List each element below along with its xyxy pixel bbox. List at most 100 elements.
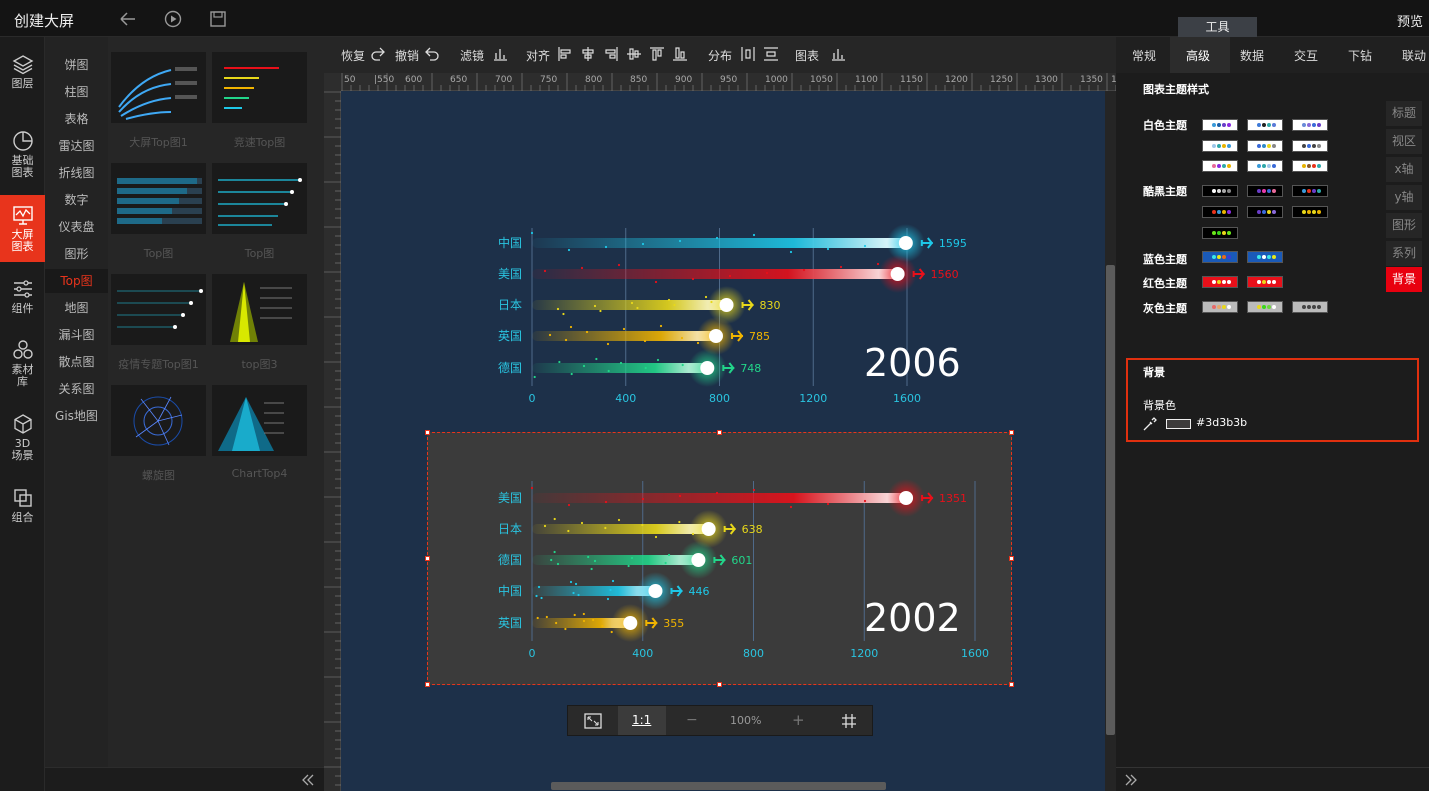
properties-tab[interactable]: 联动 — [1402, 47, 1426, 64]
category-item[interactable]: 仪表盘 — [45, 215, 108, 239]
sparkle — [548, 333, 552, 337]
redo-button[interactable]: 恢复 — [341, 47, 365, 64]
theme-swatch[interactable] — [1202, 276, 1238, 288]
theme-swatch[interactable] — [1247, 160, 1283, 172]
theme-swatch[interactable] — [1247, 301, 1283, 313]
background-color-swatch[interactable] — [1166, 419, 1191, 429]
properties-tab[interactable]: 高级 — [1186, 47, 1210, 64]
background-color-value[interactable]: #3d3b3b — [1196, 416, 1247, 429]
category-item[interactable]: 柱图 — [45, 80, 108, 104]
thumb-top-2[interactable] — [212, 163, 307, 234]
theme-swatch[interactable] — [1247, 276, 1283, 288]
align-right-icon[interactable] — [603, 46, 619, 62]
category-item[interactable]: 漏斗图 — [45, 323, 108, 347]
theme-swatch[interactable] — [1292, 185, 1328, 197]
thumb-top-1[interactable] — [111, 163, 206, 234]
theme-swatch[interactable] — [1202, 140, 1238, 152]
double-chevron-right-icon[interactable] — [1124, 773, 1138, 787]
grid-icon[interactable] — [841, 713, 857, 729]
align-bottom-icon[interactable] — [672, 46, 688, 62]
theme-swatch[interactable] — [1292, 301, 1328, 313]
properties-tab[interactable]: 下钻 — [1348, 47, 1372, 64]
back-icon[interactable] — [118, 9, 138, 29]
category-item[interactable]: 关系图 — [45, 377, 108, 401]
align-left-icon[interactable] — [557, 46, 573, 62]
nav-components[interactable]: 组件 — [0, 278, 45, 315]
side-tab[interactable]: 视区 — [1386, 129, 1422, 154]
theme-swatch[interactable] — [1202, 251, 1238, 263]
side-tab[interactable]: 图形 — [1386, 213, 1422, 238]
thumb-epidemic-top[interactable] — [111, 274, 206, 345]
properties-tab[interactable]: 交互 — [1294, 47, 1318, 64]
preview-button[interactable]: 预览 — [1397, 11, 1423, 30]
category-item[interactable]: 表格 — [45, 107, 108, 131]
thumb-top3[interactable] — [212, 274, 307, 345]
nav-layers[interactable]: 图层 — [0, 53, 45, 90]
double-chevron-left-icon[interactable] — [301, 773, 315, 787]
zoom-in-button[interactable]: + — [792, 711, 805, 729]
distribute-h-icon[interactable] — [740, 46, 756, 62]
theme-swatch[interactable] — [1202, 206, 1238, 218]
nav-assets[interactable]: 素材库 — [0, 339, 45, 388]
category-item[interactable]: 散点图 — [45, 350, 108, 374]
eyedropper-icon[interactable] — [1143, 417, 1157, 431]
align-top-icon[interactable] — [649, 46, 665, 62]
nav-3d-scene[interactable]: 3D场景 — [0, 413, 45, 462]
horizontal-scroll-thumb[interactable] — [551, 782, 886, 790]
theme-swatch[interactable] — [1202, 160, 1238, 172]
zoom-out-button[interactable]: − — [686, 712, 698, 728]
thumb-spiral[interactable] — [111, 385, 206, 456]
side-tab[interactable]: x轴 — [1386, 157, 1422, 182]
sparkle — [545, 615, 548, 619]
theme-swatch[interactable] — [1292, 140, 1328, 152]
category-item[interactable]: Top图 — [45, 269, 108, 293]
side-tab[interactable]: 标题 — [1386, 101, 1422, 126]
category-item[interactable]: 地图 — [45, 296, 108, 320]
filter-button[interactable]: 滤镜 — [460, 47, 484, 64]
side-tab[interactable]: y轴 — [1386, 185, 1422, 210]
thumb-charttop4[interactable] — [212, 385, 307, 456]
category-item[interactable]: 雷达图 — [45, 134, 108, 158]
fit-screen-icon[interactable] — [584, 713, 602, 729]
bar-chart-icon[interactable] — [492, 46, 508, 62]
bar — [532, 238, 906, 248]
thumb-racing-top[interactable] — [212, 52, 307, 123]
theme-swatch[interactable] — [1292, 119, 1328, 131]
chart-icon[interactable] — [830, 46, 846, 62]
side-tab[interactable]: 背景 — [1386, 267, 1422, 292]
redo-icon[interactable] — [370, 46, 386, 62]
distribute-v-icon[interactable] — [763, 46, 779, 62]
theme-swatch[interactable] — [1202, 185, 1238, 197]
thumb-bigscreen-top1[interactable] — [111, 52, 206, 123]
save-icon[interactable] — [208, 9, 228, 29]
align-center-v-icon[interactable] — [626, 46, 642, 62]
side-tab[interactable]: 系列 — [1386, 241, 1422, 266]
undo-icon[interactable] — [424, 46, 440, 62]
nav-bigscreen-chart[interactable]: 大屏图表 — [0, 195, 45, 262]
theme-swatch[interactable] — [1247, 119, 1283, 131]
properties-tab[interactable]: 常规 — [1132, 47, 1156, 64]
category-item[interactable]: 折线图 — [45, 161, 108, 185]
nav-basic-chart[interactable]: 基础图表 — [0, 130, 45, 179]
category-item[interactable]: 图形 — [45, 242, 108, 266]
theme-swatch[interactable] — [1202, 119, 1238, 131]
theme-swatch[interactable] — [1202, 301, 1238, 313]
actual-size-button[interactable]: 1:1 — [618, 706, 666, 735]
properties-tab[interactable]: 数据 — [1240, 47, 1264, 64]
align-center-h-icon[interactable] — [580, 46, 596, 62]
category-item[interactable]: 饼图 — [45, 53, 108, 77]
tools-tab[interactable]: 工具 — [1178, 17, 1257, 37]
theme-swatch[interactable] — [1247, 251, 1283, 263]
theme-swatch[interactable] — [1247, 185, 1283, 197]
theme-swatch[interactable] — [1247, 206, 1283, 218]
play-icon[interactable] — [163, 9, 183, 29]
theme-swatch[interactable] — [1292, 160, 1328, 172]
category-item[interactable]: Gis地图 — [45, 404, 108, 428]
undo-button[interactable]: 撤销 — [395, 47, 419, 64]
vertical-scroll-thumb[interactable] — [1106, 265, 1115, 735]
theme-swatch[interactable] — [1247, 140, 1283, 152]
category-item[interactable]: 数字 — [45, 188, 108, 212]
theme-swatch[interactable] — [1202, 227, 1238, 239]
nav-group[interactable]: 组合 — [0, 487, 45, 524]
theme-swatch[interactable] — [1292, 206, 1328, 218]
